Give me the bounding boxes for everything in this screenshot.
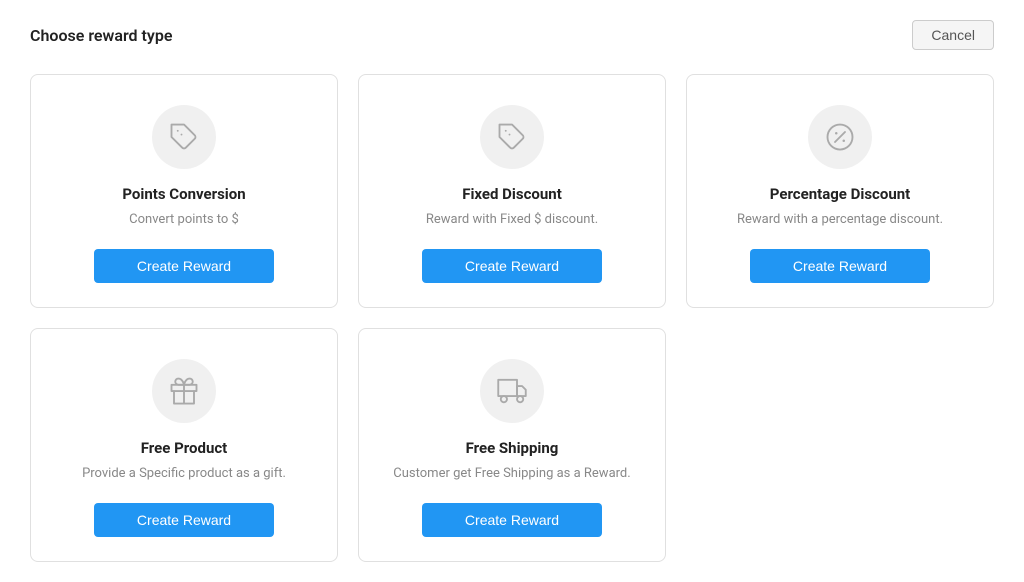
free-shipping-desc: Customer get Free Shipping as a Reward.	[393, 465, 630, 483]
card-free-shipping: Free Shipping Customer get Free Shipping…	[358, 328, 666, 562]
percentage-discount-desc: Reward with a percentage discount.	[737, 211, 943, 229]
percent-icon	[825, 122, 855, 152]
truck-icon	[497, 376, 527, 406]
points-conversion-title: Points Conversion	[122, 185, 245, 203]
free-product-desc: Provide a Specific product as a gift.	[82, 465, 286, 483]
fixed-discount-desc: Reward with Fixed $ discount.	[426, 211, 598, 229]
fixed-discount-icon-wrap	[480, 105, 544, 169]
percentage-discount-icon-wrap	[808, 105, 872, 169]
points-conversion-desc: Convert points to $	[129, 211, 239, 229]
card-free-product: Free Product Provide a Specific product …	[30, 328, 338, 562]
free-product-icon-wrap	[152, 359, 216, 423]
percentage-discount-create-button[interactable]: Create Reward	[750, 249, 930, 283]
page-title: Choose reward type	[30, 26, 172, 45]
fixed-discount-create-button[interactable]: Create Reward	[422, 249, 602, 283]
free-product-create-button[interactable]: Create Reward	[94, 503, 274, 537]
card-fixed-discount: Fixed Discount Reward with Fixed $ disco…	[358, 74, 666, 308]
tag-dollar-icon	[497, 122, 527, 152]
cards-row-1: Points Conversion Convert points to $ Cr…	[30, 74, 994, 308]
card-percentage-discount: Percentage Discount Reward with a percen…	[686, 74, 994, 308]
gift-icon	[169, 376, 199, 406]
points-conversion-icon-wrap	[152, 105, 216, 169]
free-shipping-create-button[interactable]: Create Reward	[422, 503, 602, 537]
free-product-title: Free Product	[141, 439, 227, 457]
points-conversion-create-button[interactable]: Create Reward	[94, 249, 274, 283]
free-shipping-icon-wrap	[480, 359, 544, 423]
cancel-button[interactable]: Cancel	[912, 20, 994, 50]
percentage-discount-title: Percentage Discount	[770, 185, 910, 203]
free-shipping-title: Free Shipping	[466, 439, 559, 457]
cards-row-2: Free Product Provide a Specific product …	[30, 328, 994, 562]
tag-icon	[169, 122, 199, 152]
fixed-discount-title: Fixed Discount	[462, 185, 562, 203]
card-points-conversion: Points Conversion Convert points to $ Cr…	[30, 74, 338, 308]
